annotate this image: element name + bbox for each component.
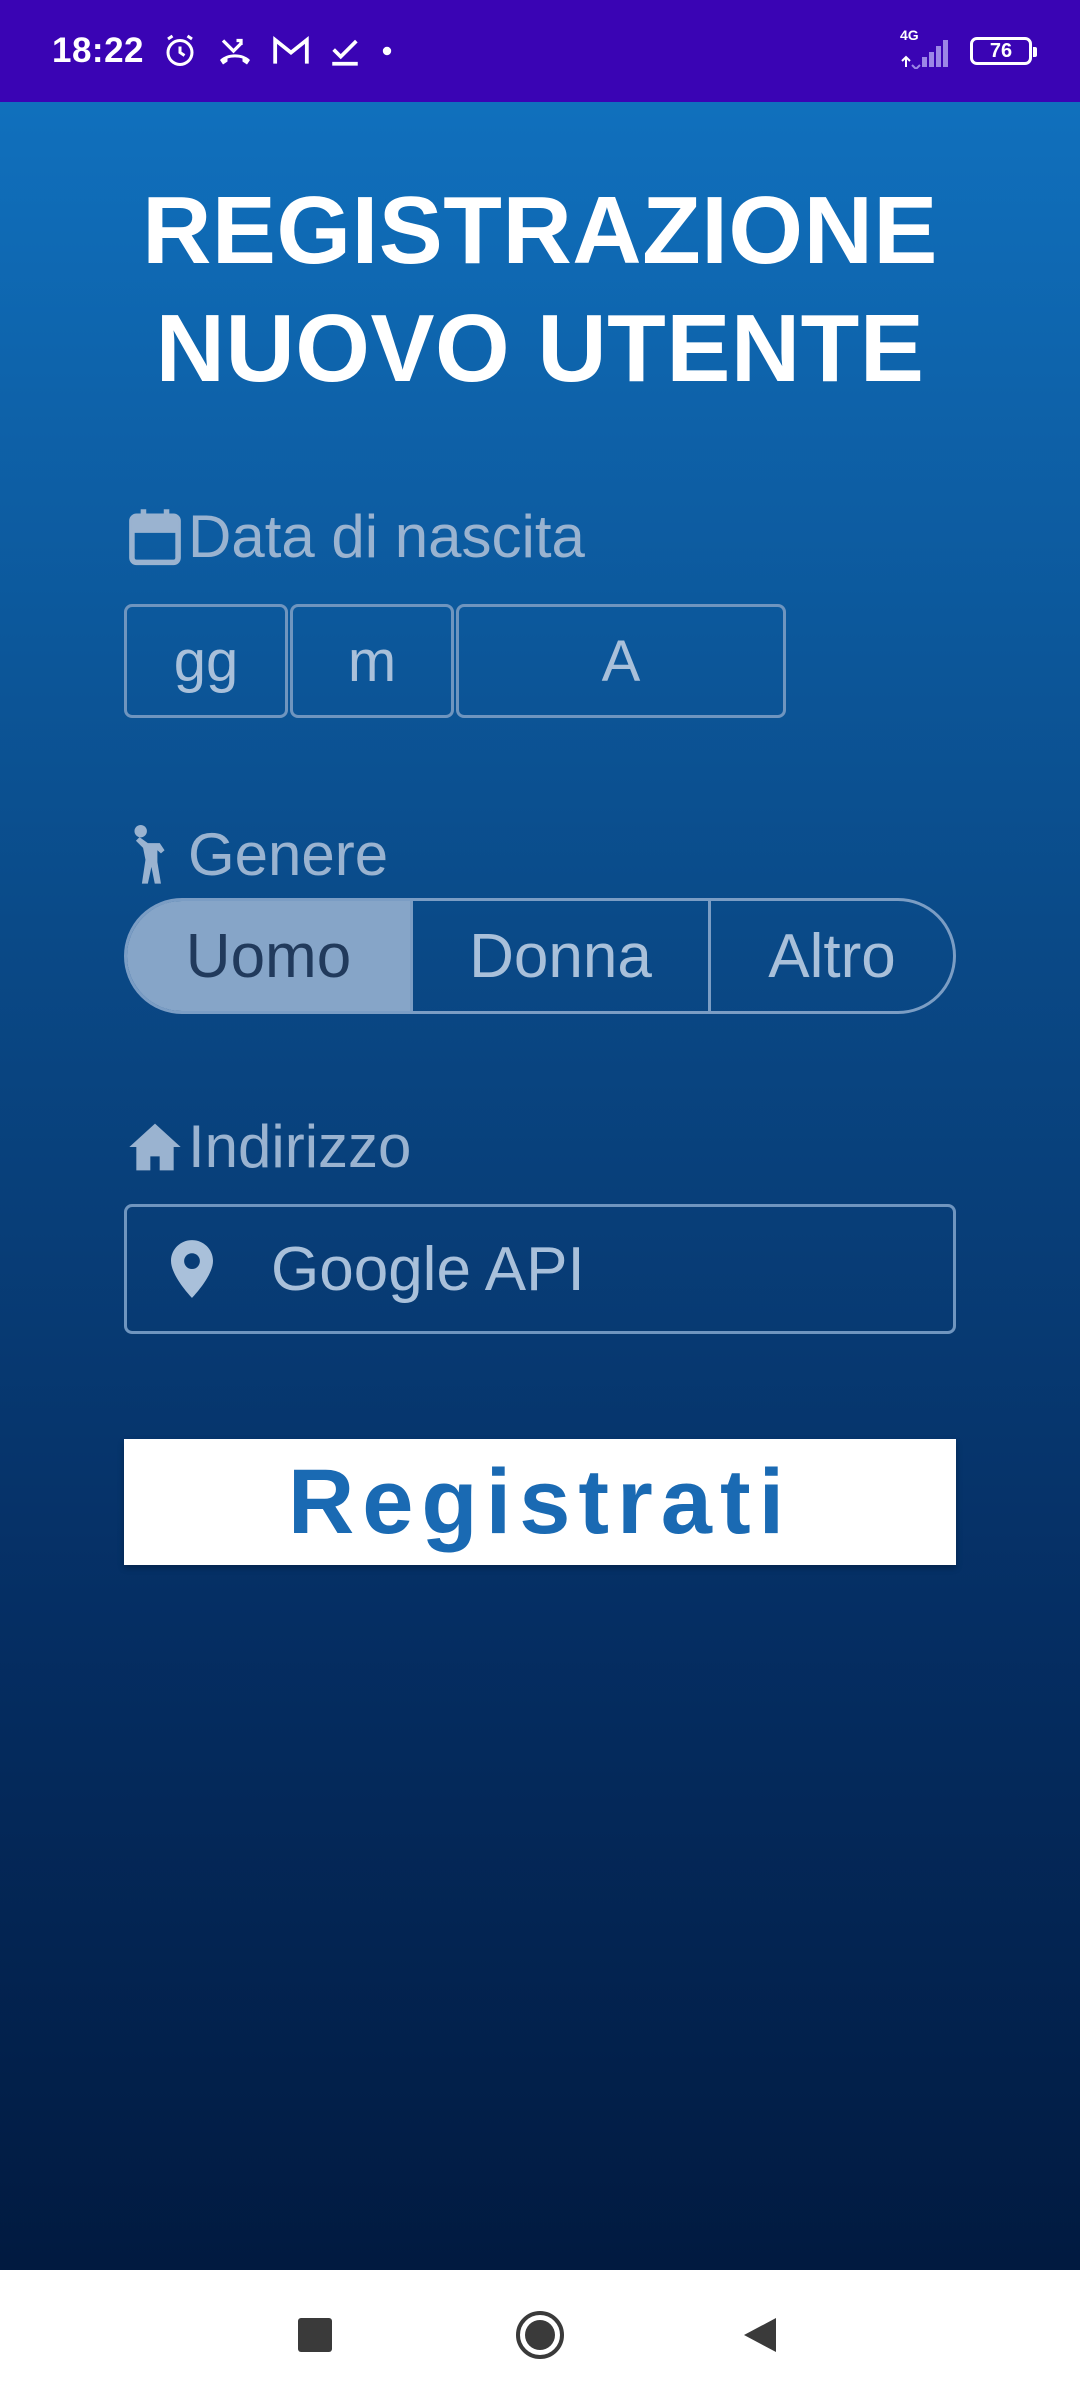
home-circle-icon[interactable] [505,2300,575,2370]
gender-selector: Uomo Donna Altro [124,898,956,1014]
status-bar: 18:22 4G 76 [0,0,1080,102]
task-check-icon [332,39,358,66]
address-label: Indirizzo [124,1112,411,1181]
gender-label: Genere [124,820,388,889]
location-pin-icon [167,1240,217,1298]
register-button[interactable]: Registrati [124,1439,956,1565]
gender-option-uomo[interactable]: Uomo [127,901,410,1011]
title-line-1: REGISTRAZIONE [142,177,938,284]
notification-icons [162,33,394,69]
navigation-bar [0,2270,1080,2400]
birth-date-label: Data di nascita [124,502,585,571]
status-time: 18:22 [52,31,145,70]
title-line-2: NUOVO UTENTE [155,295,925,402]
address-placeholder: Google API [271,1234,585,1304]
back-icon[interactable] [725,2300,795,2370]
recents-icon[interactable] [280,2300,350,2370]
address-label-text: Indirizzo [188,1113,412,1180]
dot-icon [382,46,392,56]
year-input[interactable]: A [456,604,786,718]
gender-label-text: Genere [188,821,389,888]
gender-option-donna[interactable]: Donna [410,901,708,1011]
registration-screen: REGISTRAZIONE NUOVO UTENTE Data di nasci… [0,102,1080,2270]
status-right: 4G 76 [900,27,1037,69]
battery-icon: 76 [970,37,1037,65]
address-input[interactable]: Google API [124,1204,956,1334]
gender-option-altro[interactable]: Altro [708,901,953,1011]
calendar-icon [124,506,186,568]
birth-date-label-text: Data di nascita [188,503,585,570]
battery-level: 76 [989,39,1013,62]
signal-icon: 4G [900,27,956,69]
home-icon [124,1116,186,1178]
person-icon [124,824,186,886]
gmail-icon [273,35,309,64]
missed-call-icon [220,38,251,65]
day-input[interactable]: gg [124,604,288,718]
month-input[interactable]: m [290,604,454,718]
alarm-icon [166,34,194,66]
page-title: REGISTRAZIONE NUOVO UTENTE [0,172,1080,408]
birth-date-fields: gg m A [124,604,786,718]
